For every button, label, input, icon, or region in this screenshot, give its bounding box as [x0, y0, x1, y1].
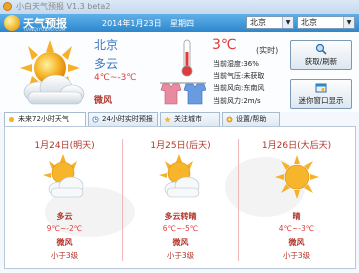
- thermometer-icon: [181, 39, 193, 77]
- search-refresh-icon: [315, 43, 327, 55]
- forecast-wind-level: 小于3级: [50, 251, 79, 260]
- forecast-wind: 微风: [56, 238, 73, 247]
- tab-label: 关注城市: [174, 115, 202, 123]
- current-date: 2014年1月23日: [102, 19, 162, 28]
- province-select-value: 北京: [250, 18, 266, 27]
- forecast-wind: 微风: [172, 238, 189, 247]
- forecast-date: 1月26日(大后天): [261, 141, 332, 151]
- forecast-day-2: 1月25日(后天) 多云转晴 6℃~-5℃ 微风 小于3级: [123, 127, 238, 268]
- realtime-label: (实时): [256, 46, 279, 55]
- gear-icon: [226, 116, 233, 123]
- current-temperature: 3℃: [212, 37, 237, 53]
- province-select[interactable]: 北京 ▼: [246, 16, 294, 29]
- city-select[interactable]: 北京 ▼: [297, 16, 355, 29]
- forecast-day-3: 1月26日(大后天) 晴 4℃~-3℃ 微风 小于3级: [239, 127, 354, 268]
- forecast-condition: 多云: [56, 212, 73, 221]
- wind-direction-text: 当前风向:东南风: [213, 84, 265, 92]
- tab-bar: 未来72小时天气 24小时实时预报 关注城市 设置/帮助: [4, 112, 356, 127]
- sun-logo-icon: [4, 15, 20, 31]
- tab-followed-cities[interactable]: 关注城市: [160, 112, 220, 126]
- forecast-wind: 微风: [288, 238, 305, 247]
- forecast-date: 1月25日(后天): [150, 141, 211, 151]
- app-window: 小白天气预报 V1.3 beta2 天气预报 TIANQIYUBAO.COM 2…: [0, 0, 359, 273]
- chevron-down-icon[interactable]: ▼: [282, 17, 293, 28]
- forecast-panel: 1月24日(明天) 多云 9℃~-2℃ 微风 小于3级 1月25日(后天) 多云…: [4, 126, 356, 269]
- forecast-temp: 6℃~-5℃: [162, 224, 199, 233]
- sun-tab-icon: [8, 116, 15, 123]
- humidity-text: 当前湿度:36%: [213, 60, 259, 68]
- forecast-temp: 4℃~-3℃: [278, 224, 315, 233]
- tab-24h-forecast[interactable]: 24小时实时预报: [88, 112, 158, 126]
- clothing-icon: [160, 82, 206, 105]
- current-temp-range: 4℃~-3℃: [94, 73, 137, 83]
- current-condition: 多云: [94, 57, 119, 71]
- partly-cloudy-icon: [159, 154, 200, 198]
- tab-72h-forecast[interactable]: 未来72小时天气: [4, 112, 86, 127]
- header-band: 天气预报 TIANQIYUBAO.COM 2014年1月23日 星期四 北京 ▼…: [0, 14, 359, 32]
- app-icon: [3, 2, 12, 11]
- forecast-condition: 多云转晴: [164, 212, 197, 221]
- refresh-button[interactable]: 获取/刷新: [290, 40, 352, 70]
- current-wind: 微风: [94, 96, 113, 106]
- partly-cloudy-icon: [43, 154, 84, 198]
- mini-window-button-label: 迷你窗口显示: [298, 96, 344, 105]
- refresh-button-label: 获取/刷新: [304, 57, 338, 66]
- wind-force-text: 当前风力:2m/s: [213, 97, 261, 105]
- star-icon: [164, 116, 171, 123]
- city-select-value: 北京: [301, 18, 317, 27]
- current-city: 北京: [94, 38, 119, 52]
- tab-settings-help[interactable]: 设置/帮助: [222, 112, 280, 126]
- forecast-condition: 晴: [292, 212, 301, 221]
- clock-icon: [92, 116, 99, 123]
- title-bar: 小白天气预报 V1.3 beta2: [0, 0, 359, 14]
- forecast-day-1: 1月24日(明天) 多云 9℃~-2℃ 微风 小于3级: [7, 127, 122, 268]
- forecast-temp: 9℃~-2℃: [46, 224, 83, 233]
- partly-cloudy-icon: [20, 40, 85, 105]
- forecast-wind-level: 小于3级: [282, 251, 311, 260]
- mini-window-icon: [315, 83, 327, 93]
- tab-label: 设置/帮助: [236, 115, 267, 123]
- mini-window-button[interactable]: 迷你窗口显示: [290, 79, 352, 109]
- tab-label: 24小时实时预报: [102, 115, 153, 123]
- current-weekday: 星期四: [170, 19, 194, 28]
- pressure-text: 当前气压:未获取: [213, 72, 265, 80]
- tab-label: 未来72小时天气: [18, 115, 69, 123]
- forecast-date: 1月24日(明天): [34, 141, 95, 151]
- sunny-icon: [275, 155, 319, 199]
- forecast-wind-level: 小于3级: [166, 251, 195, 260]
- chevron-down-icon[interactable]: ▼: [343, 17, 354, 28]
- window-title: 小白天气预报 V1.3 beta2: [16, 2, 111, 11]
